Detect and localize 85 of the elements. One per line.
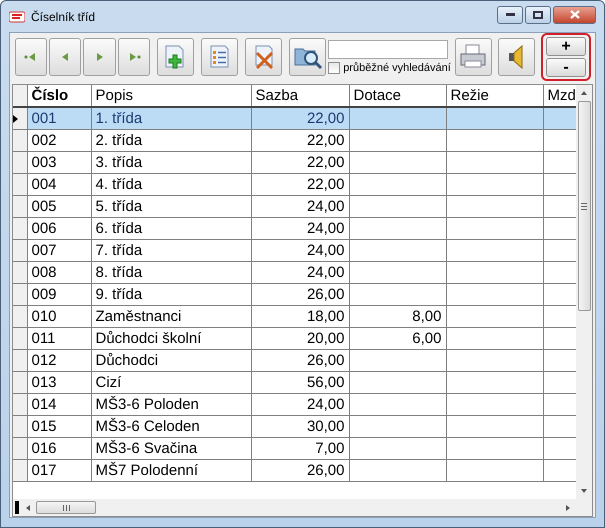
previous-icon	[61, 52, 70, 62]
table-cell: 011	[27, 327, 91, 349]
column-header[interactable]: Režie	[446, 85, 543, 107]
table-cell: 8. třída	[91, 261, 251, 283]
table-cell: 9. třída	[91, 283, 251, 305]
table-cell: 2. třída	[91, 129, 251, 151]
print-button[interactable]	[454, 38, 492, 76]
table-cell: 22,00	[251, 173, 349, 195]
table-cell: 24,00	[251, 217, 349, 239]
table-cell: 24,00	[251, 239, 349, 261]
table-cell: 6. třída	[91, 217, 251, 239]
zoom-out-button[interactable]: -	[546, 58, 586, 77]
table-cell: 18,00	[251, 305, 349, 327]
table-cell: 017	[27, 459, 91, 481]
current-row-icon	[13, 114, 18, 123]
edit-button[interactable]	[200, 38, 238, 76]
close-icon	[570, 10, 580, 19]
table-cell: 56,00	[251, 371, 349, 393]
table-cell: 009	[27, 283, 91, 305]
table-cell: 016	[27, 437, 91, 459]
table-cell: 007	[27, 239, 91, 261]
delete-button[interactable]	[245, 38, 282, 76]
table-cell: 002	[27, 129, 91, 151]
minimize-button[interactable]	[497, 6, 523, 24]
table-cell: 6,00	[349, 327, 446, 349]
table-cell: 7,00	[251, 437, 349, 459]
minimize-icon	[506, 13, 514, 16]
table-cell: 7. třída	[91, 239, 251, 261]
close-button[interactable]	[553, 6, 596, 24]
table-cell: 22,00	[251, 151, 349, 173]
column-header[interactable]: Sazba	[251, 85, 349, 107]
table-cell: 013	[27, 371, 91, 393]
table-cell: 24,00	[251, 261, 349, 283]
table-cell: 006	[27, 217, 91, 239]
table-cell: 20,00	[251, 327, 349, 349]
vertical-scroll-thumb[interactable]	[578, 101, 590, 311]
live-search-checkbox[interactable]	[328, 62, 340, 74]
table-cell: 004	[27, 173, 91, 195]
table-cell: 22,00	[251, 107, 349, 129]
table-cell: 4. třída	[91, 173, 251, 195]
checkbox-label: průběžné vyhledávání	[343, 62, 451, 74]
first-button[interactable]	[15, 38, 48, 76]
window-title: Číselník tříd	[31, 10, 96, 24]
table-cell: 1. třída	[91, 107, 251, 129]
last-button[interactable]	[118, 38, 150, 76]
table-cell: 008	[27, 261, 91, 283]
sound-button[interactable]	[498, 38, 535, 76]
table-cell: Důchodci školní	[91, 327, 251, 349]
table-cell: MŠ3-6 Svačina	[91, 437, 251, 459]
table-cell: 8,00	[349, 305, 446, 327]
next-icon	[96, 52, 104, 62]
horizontal-scroll-thumb[interactable]	[36, 501, 96, 514]
add-button[interactable]	[156, 38, 194, 76]
table-cell: 30,00	[251, 415, 349, 437]
table-cell: 001	[27, 107, 91, 129]
zoom-in-button[interactable]: +	[546, 37, 586, 56]
table-cell: 5. třída	[91, 195, 251, 217]
table-cell: 010	[27, 305, 91, 327]
table-cell: Zaměstnanci	[91, 305, 251, 327]
table-cell: 26,00	[251, 283, 349, 305]
table-cell: MŠ3-6 Poloden	[91, 393, 251, 415]
table-cell: 015	[27, 415, 91, 437]
app-icon	[9, 10, 25, 24]
table-cell: 26,00	[251, 349, 349, 371]
table-cell: MŠ3-6 Celoden	[91, 415, 251, 437]
column-header[interactable]: Číslo	[27, 85, 91, 107]
table-cell: 005	[27, 195, 91, 217]
column-header[interactable]: Dotace	[349, 85, 446, 107]
table-cell: Důchodci	[91, 349, 251, 371]
table-cell: 014	[27, 393, 91, 415]
table-cell: 24,00	[251, 393, 349, 415]
table-cell: 003	[27, 151, 91, 173]
column-header[interactable]: Mzd	[543, 85, 576, 107]
table-cell: MŠ7 Polodenní	[91, 459, 251, 481]
find-button[interactable]	[289, 38, 326, 76]
maximize-icon	[533, 10, 543, 18]
maximize-button[interactable]	[525, 6, 551, 24]
table-cell: 24,00	[251, 195, 349, 217]
search-field[interactable]	[328, 40, 448, 59]
table-cell: 012	[27, 349, 91, 371]
column-header[interactable]: Popis	[91, 85, 251, 107]
table-cell: Cizí	[91, 371, 251, 393]
table-cell: 3. třída	[91, 151, 251, 173]
table-cell: 26,00	[251, 459, 349, 481]
table-cell: 22,00	[251, 129, 349, 151]
